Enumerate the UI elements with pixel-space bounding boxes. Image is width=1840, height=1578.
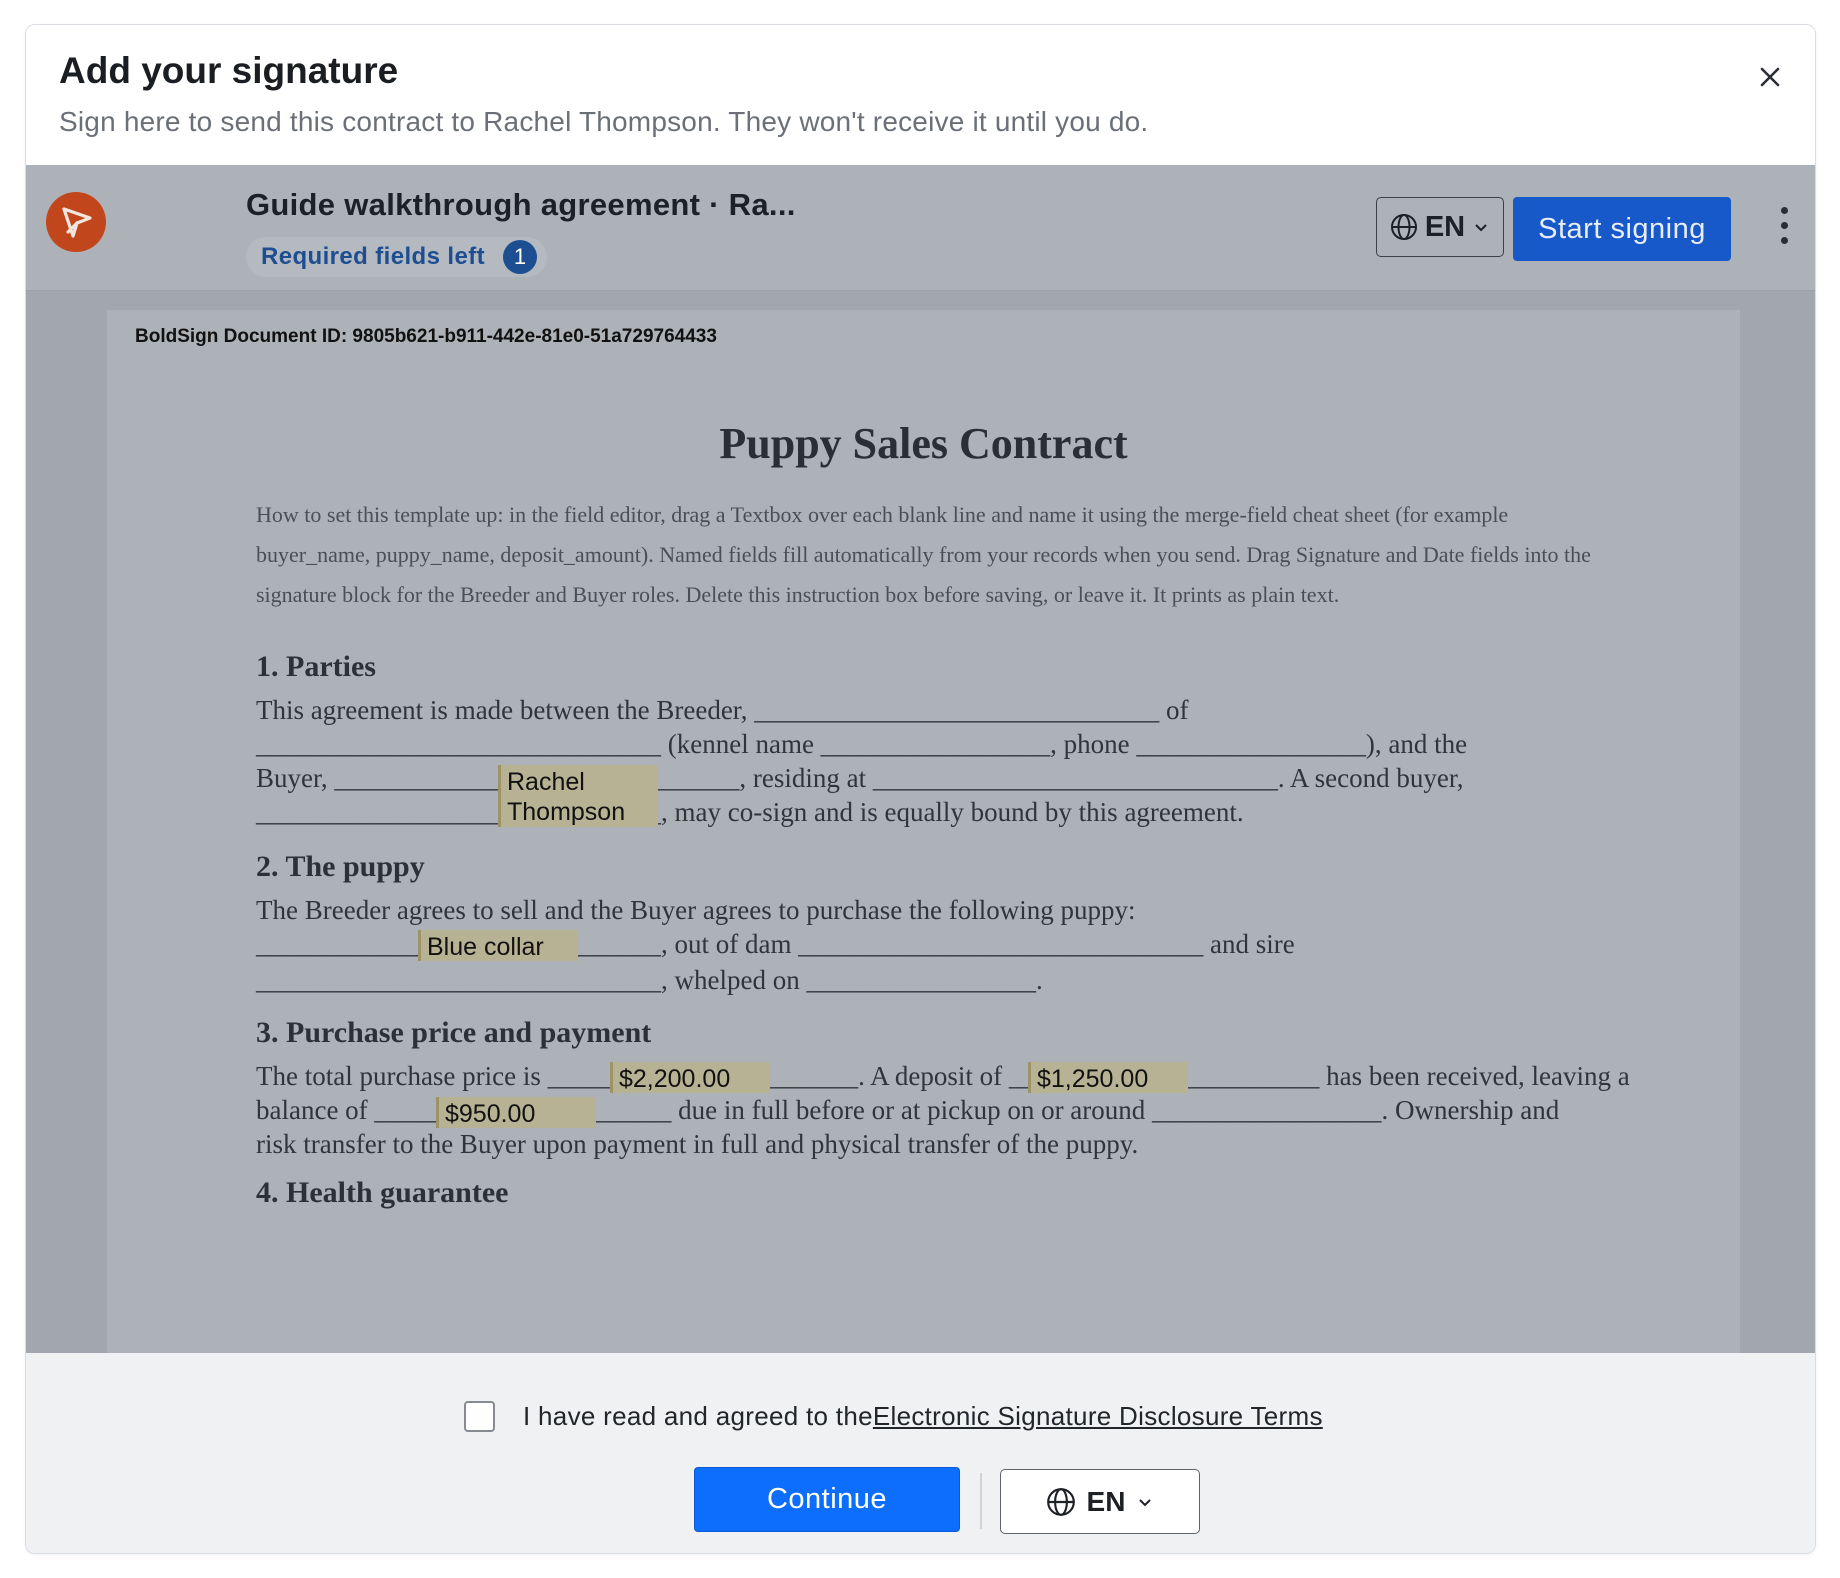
parties-line-4: ______________________________, may co-s… — [256, 797, 1244, 827]
modal-subtitle: Sign here to send this contract to Rache… — [59, 106, 1149, 137]
language-code-top: EN — [1424, 210, 1466, 243]
modal-header: Add your signature Sign here to send thi… — [26, 25, 1815, 165]
template-instructions: How to set this template up: in the fiel… — [256, 502, 1591, 607]
agree-row: I have read and agreed to the Electronic… — [464, 1401, 1323, 1432]
buyer-name-field[interactable]: Rachel Thompson — [498, 765, 658, 827]
puppy-line-2: ______________________________, out of d… — [256, 929, 1295, 959]
more-options-icon[interactable] — [1776, 203, 1792, 251]
puppy-line-1: The Breeder agrees to sell and the Buyer… — [256, 895, 1136, 925]
send-arrow-icon — [62, 207, 92, 238]
language-code-bottom: EN — [1086, 1485, 1126, 1517]
language-select-bottom[interactable]: EN — [1000, 1469, 1200, 1534]
deposit-field[interactable]: $1,250.00 — [1028, 1062, 1188, 1093]
boldsign-logo — [46, 192, 106, 252]
modal-title: Add your signature — [59, 50, 399, 91]
footer-divider — [980, 1473, 982, 1529]
agree-text: I have read and agreed to the — [523, 1401, 873, 1431]
document-viewer: Guide walkthrough agreement · Ra... Requ… — [26, 165, 1815, 1379]
chevron-down-icon — [1139, 1498, 1152, 1506]
viewer-toolbar: Guide walkthrough agreement · Ra... Requ… — [26, 165, 1815, 291]
signing-footer: I have read and agreed to the Electronic… — [26, 1353, 1815, 1553]
puppy-name-field[interactable]: Blue collar — [418, 930, 578, 961]
section-heading-health: 4. Health guarantee — [256, 1176, 509, 1209]
total-price-field[interactable]: $2,200.00 — [610, 1062, 770, 1093]
parties-line-1: This agreement is made between the Breed… — [256, 695, 1189, 725]
contract-title: Puppy Sales Contract — [719, 419, 1128, 468]
language-select-top[interactable]: EN — [1376, 197, 1504, 257]
balance-field[interactable]: $950.00 — [436, 1097, 596, 1128]
close-button[interactable] — [1750, 57, 1790, 97]
close-icon — [1760, 67, 1780, 87]
agree-checkbox[interactable] — [464, 1401, 495, 1432]
price-line-3: risk transfer to the Buyer upon payment … — [256, 1129, 1139, 1159]
section-heading-parties: 1. Parties — [256, 650, 376, 683]
section-heading-price: 3. Purchase price and payment — [256, 1016, 652, 1049]
section-heading-puppy: 2. The puppy — [256, 850, 425, 883]
continue-button[interactable]: Continue — [694, 1467, 960, 1532]
start-signing-button[interactable]: Start signing — [1513, 197, 1731, 261]
required-fields-label: Required fields left — [261, 243, 486, 270]
chevron-down-icon — [1475, 224, 1487, 232]
globe-icon — [1390, 214, 1417, 240]
parties-line-3: Buyer, ______________________________, r… — [256, 763, 1464, 793]
parties-line-2: ______________________________ (kennel n… — [256, 729, 1468, 759]
puppy-line-3: ______________________________, whelped … — [256, 965, 1043, 995]
document-title: Guide walkthrough agreement · Ra... — [246, 187, 796, 222]
document-page: BoldSign Document ID: 9805b621-b911-442e… — [107, 310, 1740, 1379]
globe-icon — [1046, 1487, 1075, 1516]
required-fields-count: 1 — [503, 240, 538, 274]
price-line-1: The total purchase price is ____________… — [256, 1061, 1630, 1091]
signature-modal: Add your signature Sign here to send thi… — [25, 24, 1816, 1554]
required-fields-badge[interactable]: Required fields left 1 — [246, 237, 548, 277]
disclosure-terms-link[interactable]: Electronic Signature Disclosure Terms — [873, 1401, 1323, 1432]
document-id: BoldSign Document ID: 9805b621-b911-442e… — [135, 326, 717, 347]
